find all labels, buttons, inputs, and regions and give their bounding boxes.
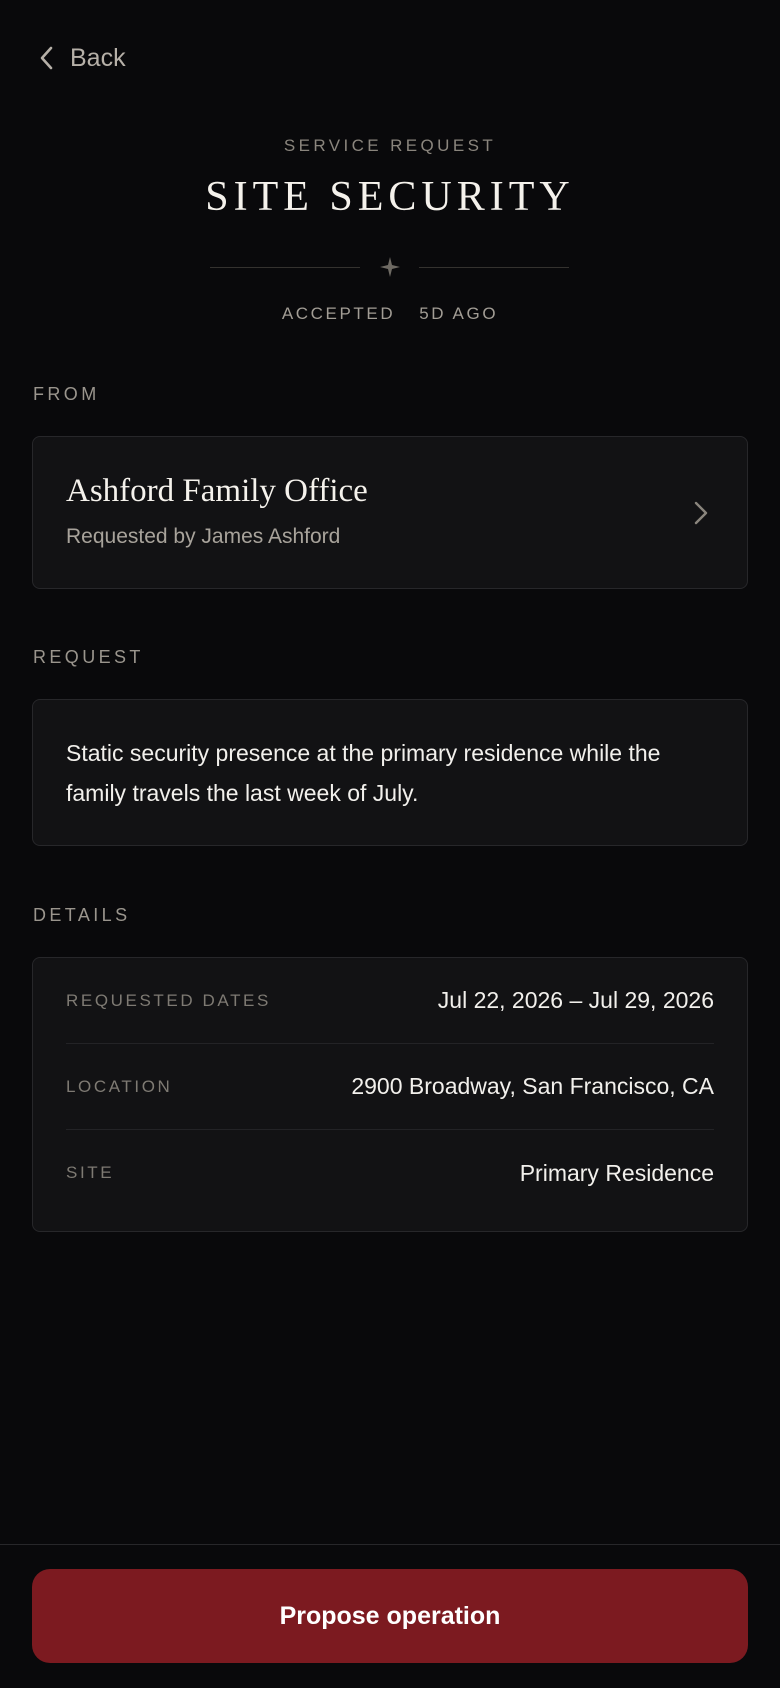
request-card: Static security presence at the primary … <box>32 699 748 846</box>
requester-name: Ashford Family Office <box>66 473 368 509</box>
action-footer: Propose operation <box>0 1544 780 1688</box>
page-title: SITE SECURITY <box>205 174 575 220</box>
detail-row-location: LOCATION 2900 Broadway, San Francisco, C… <box>66 1044 714 1130</box>
detail-key: REQUESTED DATES <box>66 990 271 1010</box>
detail-value: Jul 22, 2026 – Jul 29, 2026 <box>437 987 714 1013</box>
request-section-label: REQUEST <box>33 647 144 667</box>
detail-row-requested-dates: REQUESTED DATES Jul 22, 2026 – Jul 29, 2… <box>66 958 714 1044</box>
back-button[interactable]: Back <box>38 38 126 78</box>
from-section-label: FROM <box>33 384 100 404</box>
detail-key: LOCATION <box>66 1076 173 1096</box>
detail-value: 2900 Broadway, San Francisco, CA <box>351 1073 714 1099</box>
page-eyebrow: SERVICE REQUEST <box>283 136 497 155</box>
requested-by: Requested by James Ashford <box>66 525 341 548</box>
request-description: Static security presence at the primary … <box>66 740 661 806</box>
four-point-star-icon <box>379 256 401 283</box>
ornament-divider-right <box>419 267 569 268</box>
title-ornament <box>0 252 780 282</box>
chevron-right-icon <box>693 499 709 532</box>
ornament-divider-left <box>210 267 360 268</box>
request-age: 5D AGO <box>419 304 499 323</box>
detail-value: Primary Residence <box>519 1159 714 1186</box>
details-card: REQUESTED DATES Jul 22, 2026 – Jul 29, 2… <box>32 957 748 1232</box>
chevron-left-icon <box>38 45 54 71</box>
details-section-label: DETAILS <box>33 905 131 925</box>
status-badge: ACCEPTED <box>281 304 396 323</box>
page-header: SERVICE REQUEST SITE SECURITY <box>0 132 780 224</box>
back-label: Back <box>70 43 126 72</box>
requester-card[interactable]: Ashford Family Office Requested by James… <box>32 436 748 589</box>
detail-key: SITE <box>66 1163 115 1182</box>
request-status-row: ACCEPTED 5D AGO <box>0 304 780 324</box>
detail-row-site: SITE Primary Residence <box>66 1130 714 1216</box>
propose-operation-button[interactable]: Propose operation <box>32 1569 748 1663</box>
